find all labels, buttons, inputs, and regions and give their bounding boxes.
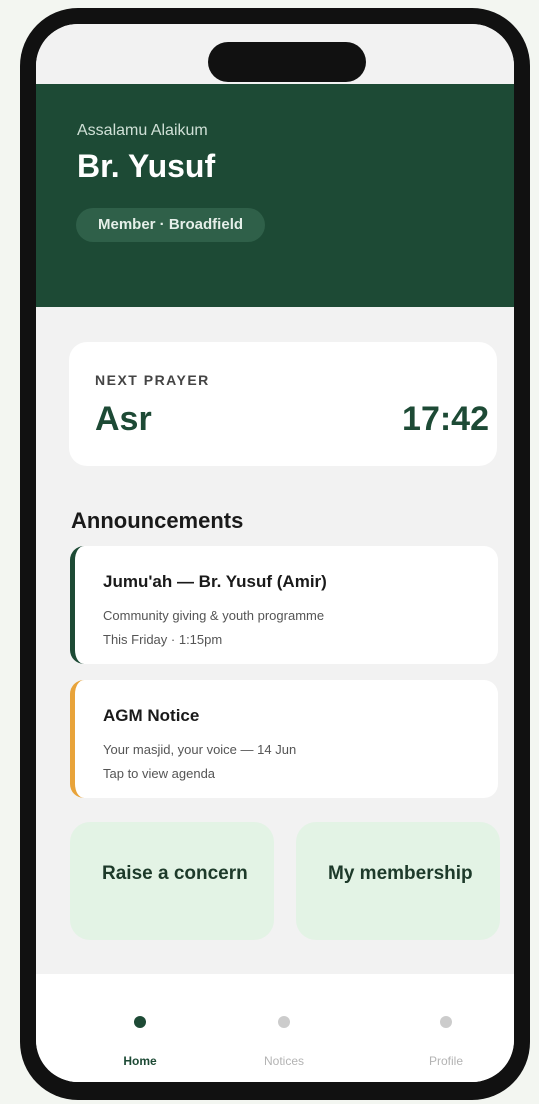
tab-notices[interactable]: Notices: [224, 974, 344, 1082]
phone-frame: Assalamu Alaikum Br. Yusuf Member · Broa…: [20, 8, 530, 1100]
raise-concern-button[interactable]: Raise a concern: [70, 822, 274, 940]
announcement-detail: Community giving & youth programme: [103, 608, 325, 623]
tab-profile[interactable]: Profile: [386, 974, 506, 1082]
next-prayer-time: 17:42: [402, 400, 489, 438]
announcement-card-agm[interactable]: AGM Notice Your masjid, your voice — 14 …: [70, 680, 498, 798]
announcement-detail: Your masjid, your voice — 14 Jun: [103, 742, 297, 757]
announcements-heading: Announcements: [71, 508, 244, 533]
bottom-tab-bar: Home Notices Profile: [36, 974, 514, 1082]
next-prayer-name: Asr: [95, 400, 152, 438]
announcement-card-jumuah[interactable]: Jumu'ah — Br. Yusuf (Amir) Community giv…: [70, 546, 498, 664]
next-prayer-label: NEXT PRAYER: [95, 372, 210, 388]
announcement-title: AGM Notice: [103, 706, 200, 725]
app-screen: Assalamu Alaikum Br. Yusuf Member · Broa…: [36, 24, 514, 1082]
profile-dot-icon: [440, 1016, 452, 1028]
tab-notices-label: Notices: [263, 1054, 304, 1068]
announcement-time: This Friday · 1:15pm: [103, 632, 223, 647]
status-bar: [36, 24, 514, 84]
welcome-header: Assalamu Alaikum Br. Yusuf Member · Broa…: [36, 84, 514, 307]
tab-profile-label: Profile: [428, 1054, 463, 1068]
member-name: Br. Yusuf: [77, 148, 216, 184]
membership-badge: Member · Broadfield: [76, 208, 266, 242]
camera-notch: [208, 42, 366, 82]
notices-dot-icon: [278, 1016, 290, 1028]
greeting-text: Assalamu Alaikum: [77, 122, 208, 139]
next-prayer-card[interactable]: NEXT PRAYER Asr 17:42: [69, 342, 497, 466]
announcement-action-hint: Tap to view agenda: [103, 766, 216, 781]
my-membership-label: My membership: [328, 863, 473, 884]
announcement-title: Jumu'ah — Br. Yusuf (Amir): [103, 572, 327, 591]
my-membership-button[interactable]: My membership: [296, 822, 500, 940]
tab-home-label: Home: [123, 1054, 157, 1068]
raise-concern-label: Raise a concern: [102, 863, 248, 884]
home-dot-icon: [134, 1016, 146, 1028]
tab-home[interactable]: Home: [80, 974, 200, 1082]
